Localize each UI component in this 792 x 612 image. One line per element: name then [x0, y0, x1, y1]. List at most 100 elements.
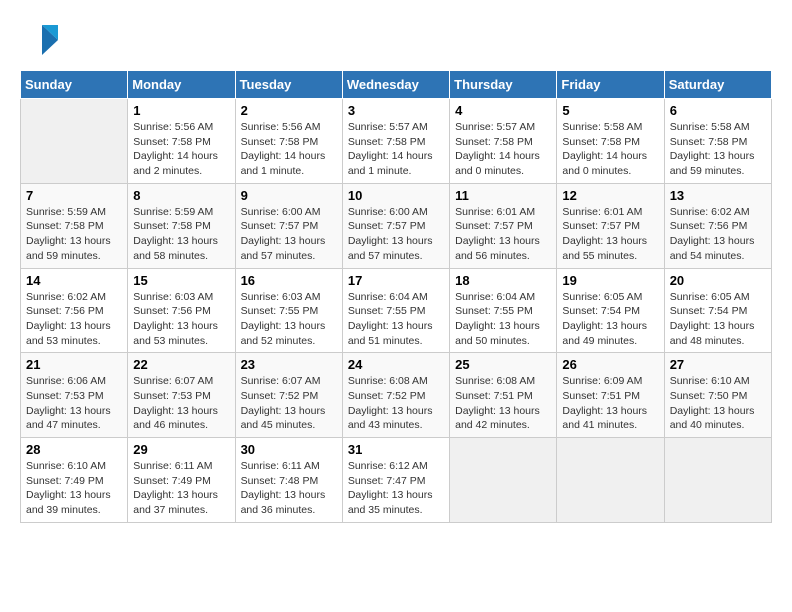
day-info: Sunrise: 6:07 AM Sunset: 7:52 PM Dayligh…: [241, 374, 337, 433]
day-number: 15: [133, 273, 229, 288]
day-info: Sunrise: 6:11 AM Sunset: 7:48 PM Dayligh…: [241, 459, 337, 518]
calendar-cell: 14 Sunrise: 6:02 AM Sunset: 7:56 PM Dayli…: [21, 268, 128, 353]
day-number: 29: [133, 442, 229, 457]
day-info: Sunrise: 6:03 AM Sunset: 7:56 PM Dayligh…: [133, 290, 229, 349]
calendar-cell: 8 Sunrise: 5:59 AM Sunset: 7:58 PM Daylig…: [128, 183, 235, 268]
day-number: 10: [348, 188, 444, 203]
calendar-cell: 4 Sunrise: 5:57 AM Sunset: 7:58 PM Daylig…: [450, 99, 557, 184]
logo-icon: [20, 20, 60, 60]
day-number: 23: [241, 357, 337, 372]
day-number: 25: [455, 357, 551, 372]
calendar-cell: 15 Sunrise: 6:03 AM Sunset: 7:56 PM Dayli…: [128, 268, 235, 353]
weekday-header-sunday: Sunday: [21, 71, 128, 99]
calendar-cell: 29 Sunrise: 6:11 AM Sunset: 7:49 PM Dayli…: [128, 438, 235, 523]
day-number: 9: [241, 188, 337, 203]
day-number: 14: [26, 273, 122, 288]
day-number: 31: [348, 442, 444, 457]
calendar-cell: 26 Sunrise: 6:09 AM Sunset: 7:51 PM Dayli…: [557, 353, 664, 438]
day-info: Sunrise: 6:02 AM Sunset: 7:56 PM Dayligh…: [26, 290, 122, 349]
calendar-week-row: 28 Sunrise: 6:10 AM Sunset: 7:49 PM Dayli…: [21, 438, 772, 523]
day-info: Sunrise: 5:59 AM Sunset: 7:58 PM Dayligh…: [26, 205, 122, 264]
calendar-cell: 10 Sunrise: 6:00 AM Sunset: 7:57 PM Dayli…: [342, 183, 449, 268]
day-number: 3: [348, 103, 444, 118]
calendar-cell: 25 Sunrise: 6:08 AM Sunset: 7:51 PM Dayli…: [450, 353, 557, 438]
weekday-header-friday: Friday: [557, 71, 664, 99]
day-number: 2: [241, 103, 337, 118]
day-number: 28: [26, 442, 122, 457]
day-info: Sunrise: 6:10 AM Sunset: 7:50 PM Dayligh…: [670, 374, 766, 433]
day-number: 11: [455, 188, 551, 203]
day-info: Sunrise: 6:01 AM Sunset: 7:57 PM Dayligh…: [562, 205, 658, 264]
calendar-cell: 31 Sunrise: 6:12 AM Sunset: 7:47 PM Dayli…: [342, 438, 449, 523]
day-number: 24: [348, 357, 444, 372]
calendar-cell: 7 Sunrise: 5:59 AM Sunset: 7:58 PM Daylig…: [21, 183, 128, 268]
calendar-cell: [664, 438, 771, 523]
calendar-cell: 30 Sunrise: 6:11 AM Sunset: 7:48 PM Dayli…: [235, 438, 342, 523]
calendar-cell: 17 Sunrise: 6:04 AM Sunset: 7:55 PM Dayli…: [342, 268, 449, 353]
day-number: 20: [670, 273, 766, 288]
day-number: 16: [241, 273, 337, 288]
day-number: 12: [562, 188, 658, 203]
day-info: Sunrise: 6:08 AM Sunset: 7:52 PM Dayligh…: [348, 374, 444, 433]
calendar-cell: 16 Sunrise: 6:03 AM Sunset: 7:55 PM Dayli…: [235, 268, 342, 353]
day-number: 17: [348, 273, 444, 288]
day-number: 22: [133, 357, 229, 372]
day-info: Sunrise: 5:59 AM Sunset: 7:58 PM Dayligh…: [133, 205, 229, 264]
weekday-header-wednesday: Wednesday: [342, 71, 449, 99]
calendar-cell: 27 Sunrise: 6:10 AM Sunset: 7:50 PM Dayli…: [664, 353, 771, 438]
day-number: 21: [26, 357, 122, 372]
weekday-header-saturday: Saturday: [664, 71, 771, 99]
calendar-cell: 22 Sunrise: 6:07 AM Sunset: 7:53 PM Dayli…: [128, 353, 235, 438]
day-info: Sunrise: 6:04 AM Sunset: 7:55 PM Dayligh…: [348, 290, 444, 349]
day-number: 4: [455, 103, 551, 118]
calendar-cell: 13Sunrise: 6:02 AM Sunset: 7:56 PM Dayli…: [664, 183, 771, 268]
calendar-cell: 28 Sunrise: 6:10 AM Sunset: 7:49 PM Dayli…: [21, 438, 128, 523]
day-info: Sunrise: 6:07 AM Sunset: 7:53 PM Dayligh…: [133, 374, 229, 433]
day-number: 26: [562, 357, 658, 372]
day-number: 30: [241, 442, 337, 457]
calendar-cell: 5Sunrise: 5:58 AM Sunset: 7:58 PM Daylig…: [557, 99, 664, 184]
day-info: Sunrise: 5:56 AM Sunset: 7:58 PM Dayligh…: [133, 120, 229, 179]
day-number: 5: [562, 103, 658, 118]
calendar-cell: 21 Sunrise: 6:06 AM Sunset: 7:53 PM Dayli…: [21, 353, 128, 438]
day-number: 1: [133, 103, 229, 118]
day-info: Sunrise: 6:06 AM Sunset: 7:53 PM Dayligh…: [26, 374, 122, 433]
day-info: Sunrise: 5:57 AM Sunset: 7:58 PM Dayligh…: [455, 120, 551, 179]
weekday-header-thursday: Thursday: [450, 71, 557, 99]
calendar-table: SundayMondayTuesdayWednesdayThursdayFrid…: [20, 70, 772, 523]
calendar-cell: 20 Sunrise: 6:05 AM Sunset: 7:54 PM Dayli…: [664, 268, 771, 353]
day-info: Sunrise: 6:05 AM Sunset: 7:54 PM Dayligh…: [562, 290, 658, 349]
calendar-cell: 19 Sunrise: 6:05 AM Sunset: 7:54 PM Dayli…: [557, 268, 664, 353]
weekday-header-tuesday: Tuesday: [235, 71, 342, 99]
day-number: 19: [562, 273, 658, 288]
calendar-cell: 12 Sunrise: 6:01 AM Sunset: 7:57 PM Dayli…: [557, 183, 664, 268]
day-info: Sunrise: 5:58 AM Sunset: 7:58 PM Dayligh…: [670, 120, 766, 179]
day-info: Sunrise: 6:09 AM Sunset: 7:51 PM Dayligh…: [562, 374, 658, 433]
day-info: Sunrise: 6:12 AM Sunset: 7:47 PM Dayligh…: [348, 459, 444, 518]
calendar-week-row: 7 Sunrise: 5:59 AM Sunset: 7:58 PM Daylig…: [21, 183, 772, 268]
calendar-cell: [21, 99, 128, 184]
day-info: Sunrise: 6:03 AM Sunset: 7:55 PM Dayligh…: [241, 290, 337, 349]
page-header: [20, 20, 772, 60]
calendar-cell: 18Sunrise: 6:04 AM Sunset: 7:55 PM Dayli…: [450, 268, 557, 353]
day-info: Sunrise: 6:02 AM Sunset: 7:56 PM Dayligh…: [670, 205, 766, 264]
day-number: 8: [133, 188, 229, 203]
day-number: 7: [26, 188, 122, 203]
day-info: Sunrise: 5:57 AM Sunset: 7:58 PM Dayligh…: [348, 120, 444, 179]
day-number: 27: [670, 357, 766, 372]
day-number: 18: [455, 273, 551, 288]
day-info: Sunrise: 6:05 AM Sunset: 7:54 PM Dayligh…: [670, 290, 766, 349]
day-info: Sunrise: 6:00 AM Sunset: 7:57 PM Dayligh…: [348, 205, 444, 264]
day-info: Sunrise: 6:10 AM Sunset: 7:49 PM Dayligh…: [26, 459, 122, 518]
day-info: Sunrise: 6:08 AM Sunset: 7:51 PM Dayligh…: [455, 374, 551, 433]
day-info: Sunrise: 6:11 AM Sunset: 7:49 PM Dayligh…: [133, 459, 229, 518]
weekday-header-monday: Monday: [128, 71, 235, 99]
calendar-cell: 3 Sunrise: 5:57 AM Sunset: 7:58 PM Daylig…: [342, 99, 449, 184]
weekday-header-row: SundayMondayTuesdayWednesdayThursdayFrid…: [21, 71, 772, 99]
calendar-week-row: 21 Sunrise: 6:06 AM Sunset: 7:53 PM Dayli…: [21, 353, 772, 438]
calendar-week-row: 14 Sunrise: 6:02 AM Sunset: 7:56 PM Dayli…: [21, 268, 772, 353]
logo: [20, 20, 64, 60]
day-number: 6: [670, 103, 766, 118]
day-info: Sunrise: 6:01 AM Sunset: 7:57 PM Dayligh…: [455, 205, 551, 264]
calendar-cell: 24 Sunrise: 6:08 AM Sunset: 7:52 PM Dayli…: [342, 353, 449, 438]
